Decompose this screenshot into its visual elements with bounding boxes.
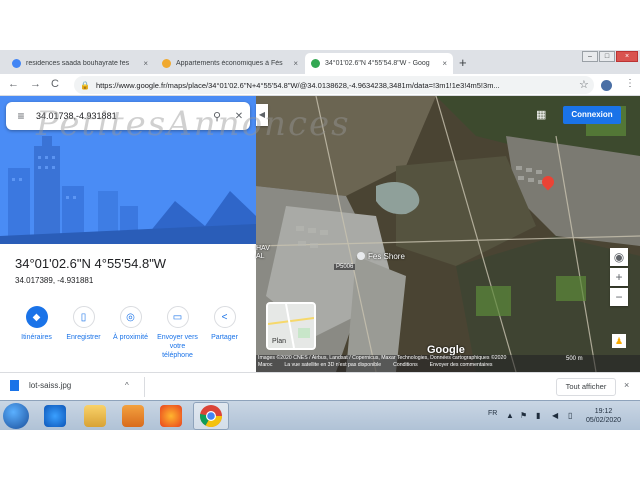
close-downloads-icon[interactable]: × bbox=[624, 380, 629, 390]
save-button[interactable]: ▯ Enregistrer bbox=[60, 306, 107, 360]
clock-time: 19:12 bbox=[594, 408, 613, 415]
window-controls: – □ × bbox=[582, 51, 638, 62]
send-to-phone-button[interactable]: ▭ Envoyer vers votre téléphone bbox=[154, 306, 201, 360]
back-button[interactable]: ← bbox=[8, 78, 19, 90]
language-indicator[interactable]: FR bbox=[488, 410, 497, 417]
action-label: Itinéraires bbox=[21, 334, 52, 341]
flag-icon[interactable]: ⚑ bbox=[520, 411, 527, 420]
collapse-panel-button[interactable]: ◀ bbox=[256, 104, 268, 126]
browser-menu-icon[interactable]: ⋮ bbox=[625, 78, 635, 89]
road-label: P5006 bbox=[334, 264, 356, 270]
tab-title: 34°01'02.6"N 4°55'54.8"W - Goog bbox=[325, 60, 430, 67]
site-favicon-icon bbox=[162, 59, 171, 68]
clock-date: 05/02/2020 bbox=[586, 417, 622, 424]
reload-button[interactable]: C bbox=[51, 78, 59, 90]
volume-icon[interactable]: ◀ bbox=[552, 411, 558, 420]
minimize-button[interactable]: – bbox=[582, 51, 598, 62]
nearby-icon: ◎ bbox=[119, 306, 142, 328]
start-button[interactable] bbox=[3, 403, 29, 429]
internet-explorer-icon[interactable] bbox=[44, 405, 66, 427]
tab-title: residences saada bouhayrate fes bbox=[26, 60, 130, 67]
clear-search-icon[interactable]: ✕ bbox=[228, 111, 250, 122]
action-label: Partager bbox=[211, 334, 238, 341]
directions-button[interactable]: ◆ Itinéraires bbox=[13, 306, 60, 360]
battery-icon[interactable]: ▯ bbox=[568, 411, 572, 420]
share-icon: < bbox=[213, 306, 236, 328]
nearby-button[interactable]: ◎ À proximité bbox=[107, 306, 154, 360]
tab-residences[interactable]: residences saada bouhayrate fes × bbox=[6, 53, 154, 74]
network-icon[interactable]: ▮ bbox=[536, 411, 540, 420]
pegman-icon[interactable]: ♟ bbox=[612, 334, 626, 348]
place-coordinates: 34.017389, -4.931881 bbox=[15, 276, 94, 285]
apps-grid-icon[interactable]: ▦ bbox=[536, 108, 546, 121]
search-input[interactable]: 34.01738,-4.931881 bbox=[36, 111, 206, 121]
maps-favicon-icon bbox=[311, 59, 320, 68]
tab-close-icon[interactable]: × bbox=[143, 59, 148, 68]
directions-icon: ◆ bbox=[25, 306, 48, 328]
action-buttons: ◆ Itinéraires ▯ Enregistrer ◎ À proximit… bbox=[0, 306, 256, 360]
browser-tabstrip: residences saada bouhayrate fes × Appart… bbox=[0, 50, 640, 74]
image-file-icon bbox=[10, 380, 19, 391]
download-item[interactable]: lot-saiss.jpg bbox=[10, 380, 71, 391]
place-label[interactable]: Fes Shore bbox=[368, 252, 405, 261]
extension-icon[interactable] bbox=[601, 80, 612, 91]
place-title: 34°01'02.6"N 4°55'54.8"W bbox=[15, 256, 167, 271]
tray-expand-icon[interactable]: ▲ bbox=[506, 411, 514, 420]
hamburger-menu-icon[interactable]: ≡ bbox=[6, 109, 36, 123]
3d-unavailable-text: La vue satellite en 3D n'est pas disponi… bbox=[284, 362, 382, 368]
media-player-icon[interactable] bbox=[122, 405, 144, 427]
download-bar: lot-saiss.jpg ^ Tout afficher × bbox=[0, 372, 640, 400]
action-label: Envoyer vers votre téléphone bbox=[157, 334, 198, 359]
browser-toolbar: ← → C 🔒 https://www.google.fr/maps/place… bbox=[0, 74, 640, 96]
search-icon[interactable]: ⚲ bbox=[206, 110, 228, 123]
lock-icon: 🔒 bbox=[80, 80, 90, 90]
share-button[interactable]: < Partager bbox=[201, 306, 248, 360]
action-label: Enregistrer bbox=[66, 334, 101, 341]
map-layer-toggle[interactable]: Plan bbox=[266, 302, 316, 350]
action-label: À proximité bbox=[112, 334, 148, 341]
terms-link[interactable]: Conditions bbox=[393, 362, 418, 369]
tab-close-icon[interactable]: × bbox=[442, 59, 447, 68]
url-text: https://www.google.fr/maps/place/34°01'0… bbox=[95, 80, 500, 90]
zoom-out-button[interactable]: − bbox=[610, 288, 628, 306]
place-panel: ≡ 34.01738,-4.931881 ⚲ ✕ 34°01'02.6"N 4°… bbox=[0, 96, 256, 372]
new-tab-button[interactable]: + bbox=[459, 55, 467, 70]
bookmark-icon: ▯ bbox=[72, 306, 95, 328]
plan-label: Plan bbox=[272, 338, 287, 345]
place-marker-icon[interactable] bbox=[357, 252, 365, 260]
bookmark-star-icon[interactable]: ☆ bbox=[579, 78, 589, 91]
panel-hero-illustration: ≡ 34.01738,-4.931881 ⚲ ✕ bbox=[0, 96, 256, 244]
map-district-label: HAV AL bbox=[256, 245, 270, 260]
forward-button[interactable]: → bbox=[30, 78, 41, 90]
download-filename: lot-saiss.jpg bbox=[29, 381, 72, 390]
divider bbox=[144, 377, 145, 397]
feedback-link[interactable]: Envoyer des commentaires bbox=[430, 362, 493, 369]
address-bar[interactable]: 🔒 https://www.google.fr/maps/place/34°01… bbox=[74, 76, 594, 94]
tab-title: Appartements économiques à Fès bbox=[176, 60, 283, 67]
show-all-button[interactable]: Tout afficher bbox=[556, 378, 616, 396]
system-clock[interactable]: 19:12 05/02/2020 bbox=[586, 407, 621, 425]
chrome-taskbar-button[interactable] bbox=[193, 402, 229, 430]
search-box[interactable]: ≡ 34.01738,-4.931881 ⚲ ✕ bbox=[6, 102, 250, 130]
zoom-controls: ◉ + − bbox=[610, 248, 628, 308]
phone-icon: ▭ bbox=[166, 306, 189, 328]
tab-appartements[interactable]: Appartements économiques à Fès × bbox=[156, 53, 304, 74]
windows-taskbar: FR ▲ ⚑ ▮ ◀ ▯ 19:12 05/02/2020 bbox=[0, 400, 640, 430]
sign-in-button[interactable]: Connexion bbox=[563, 106, 621, 124]
country-label: Maroc bbox=[258, 362, 273, 368]
tab-close-icon[interactable]: × bbox=[293, 59, 298, 68]
screen: residences saada bouhayrate fes × Appart… bbox=[0, 0, 640, 480]
my-location-button[interactable]: ◉ bbox=[610, 248, 628, 266]
maximize-button[interactable]: □ bbox=[599, 51, 615, 62]
file-explorer-icon[interactable] bbox=[84, 405, 106, 427]
scale-bar[interactable]: 500 m bbox=[566, 356, 583, 362]
chevron-up-icon[interactable]: ^ bbox=[125, 381, 129, 390]
zoom-in-button[interactable]: + bbox=[610, 268, 628, 286]
chrome-icon bbox=[200, 405, 222, 427]
tab-google-maps[interactable]: 34°01'02.6"N 4°55'54.8"W - Goog × bbox=[305, 53, 453, 74]
google-favicon-icon bbox=[12, 59, 21, 68]
attribution-text: Images ©2020 CNES / Airbus, Landsat / Co… bbox=[258, 355, 507, 361]
firefox-icon[interactable] bbox=[160, 405, 182, 427]
close-window-button[interactable]: × bbox=[616, 51, 638, 62]
